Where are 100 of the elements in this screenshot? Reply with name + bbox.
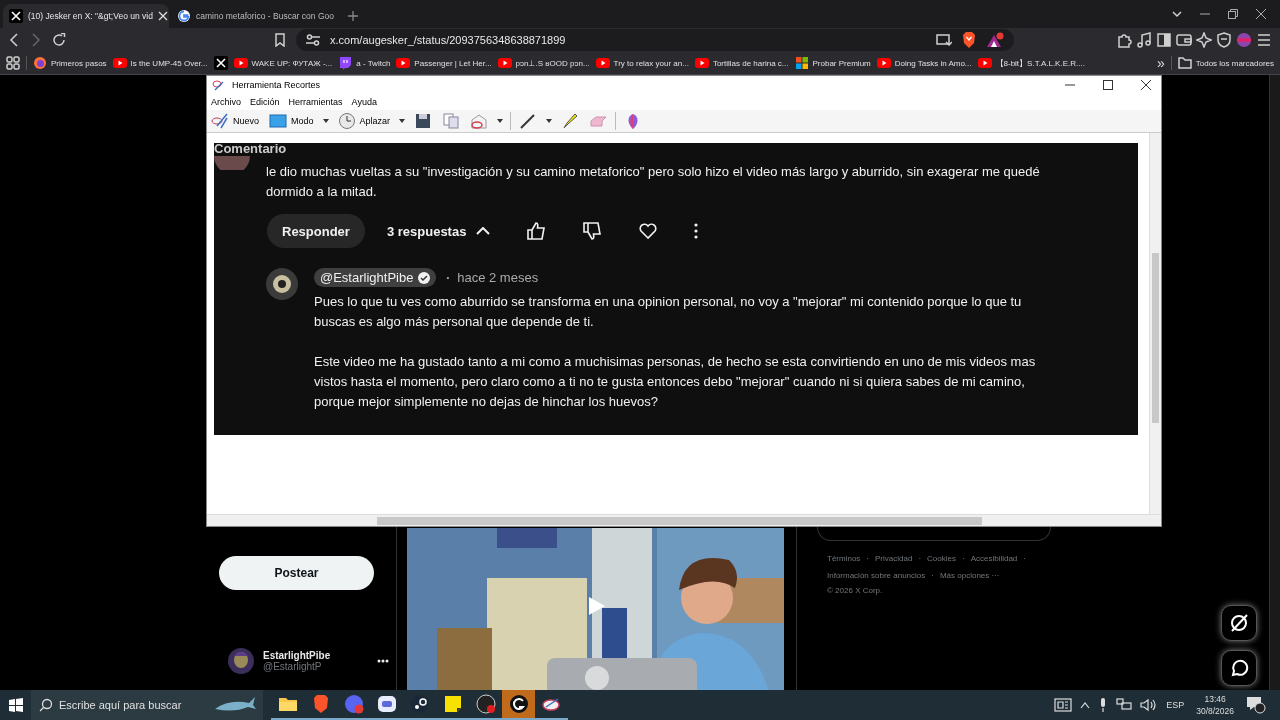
grok-button[interactable] (1221, 605, 1257, 641)
caret-icon[interactable] (545, 117, 554, 125)
bookmark-item[interactable]: Tortillas de harina c... (694, 56, 789, 70)
replies-toggle[interactable]: 3 respuestas (386, 223, 491, 239)
bookmark-item[interactable]: WAKE UP: ФУТАЖ -... (233, 56, 333, 70)
wallet-icon[interactable] (1176, 32, 1192, 48)
bookmark-item[interactable]: pɔn⊥.S ʁOOD pɔn... (497, 56, 590, 70)
pen-icon (519, 112, 538, 130)
browser-tab[interactable]: (10) Jesker en X: "&gt;Veo un vid (3, 4, 169, 28)
music-note-icon[interactable] (1136, 32, 1152, 48)
author-chip[interactable]: @EstarlightPibe (314, 268, 437, 287)
windows-logo-icon[interactable] (9, 698, 23, 712)
toolbar-button[interactable]: Modo (267, 111, 316, 131)
slashed-circle-icon (1229, 613, 1249, 633)
caret-icon[interactable] (398, 117, 407, 125)
browser-tab[interactable]: camino metaforico - Buscar con Goo (171, 4, 337, 28)
clock-date[interactable]: 30/8/2026 (1196, 705, 1234, 717)
bookmark-item[interactable] (213, 56, 228, 70)
triangle-badge-icon[interactable] (986, 32, 1004, 48)
footer-link[interactable]: Información sobre anuncios (827, 571, 926, 580)
sidebar-icon[interactable] (1156, 32, 1172, 48)
shield-icon[interactable] (1216, 32, 1232, 48)
avatar-icon[interactable] (228, 648, 254, 674)
avatar-icon[interactable] (266, 268, 298, 300)
bookmark-item[interactable]: Probar Premium (794, 56, 871, 70)
bookmark-folder[interactable]: Todos los marcadores (1177, 57, 1274, 69)
lion-shield-icon[interactable] (962, 32, 976, 48)
footer-link[interactable]: Accesibilidad (970, 554, 1018, 563)
bookmark-icon[interactable] (274, 33, 286, 47)
search-field[interactable]: Escribe aquí para buscar (31, 690, 263, 720)
new-tab-icon[interactable] (347, 10, 359, 22)
puzzle-icon[interactable] (1116, 32, 1132, 48)
footer-link[interactable]: Cookies (927, 554, 956, 563)
menu-item[interactable]: Herramientas (288, 97, 343, 107)
menu-item[interactable]: Archivo (211, 97, 241, 107)
sparkle-icon[interactable] (1196, 32, 1212, 48)
speaker-icon[interactable] (1140, 698, 1157, 712)
url-text: x.com/augesker_/status/2093756348638871899 (330, 34, 566, 46)
taskbar-app[interactable] (502, 690, 535, 720)
scrollbar[interactable] (1269, 75, 1280, 690)
caret-icon[interactable] (321, 117, 330, 125)
language-indicator[interactable]: ESP (1166, 700, 1185, 710)
record-circle-icon (475, 694, 496, 714)
reload-icon[interactable] (52, 33, 66, 47)
restore-icon[interactable] (1228, 9, 1238, 19)
back-icon[interactable] (8, 33, 20, 47)
close-icon[interactable] (1141, 80, 1151, 90)
footer-link[interactable]: Más opciones ··· (939, 571, 1000, 580)
highlighter-icon (561, 112, 580, 130)
comment-text: Este video me ha gustado tanto a mi como a muchisimas personas, de hecho se esta convirtiendo en uno de mis videos mas vistos hasta el momento, pero claro como a ti no te gusta entonces debo "mejorar" cuando ni si quiera sabes de mi camino, porque mejor simplemente no dejas de hinchar los huevos? (314, 353, 1037, 411)
video-play-icon (694, 56, 709, 70)
heart-icon[interactable] (638, 221, 659, 241)
bookmark-item[interactable]: a - Twitch (338, 56, 391, 70)
footer-link[interactable]: Privacidad (875, 554, 913, 563)
bookmark-item[interactable]: Try to relax your an... (595, 56, 689, 70)
separator-dot: • (446, 273, 450, 282)
forward-icon[interactable] (30, 33, 42, 47)
bookmark-item[interactable]: Primeros pasos (33, 56, 107, 70)
reply-button[interactable]: Responder (267, 214, 365, 248)
apps-grid-icon[interactable] (6, 56, 20, 70)
footer-link[interactable]: Términos (827, 554, 861, 563)
messages-button[interactable] (1221, 650, 1257, 686)
chat-bubble-icon (1229, 658, 1249, 678)
more-icon[interactable] (377, 659, 389, 663)
thumbs-down-icon[interactable] (582, 221, 603, 241)
more-bookmarks-button[interactable]: » (1156, 55, 1165, 71)
clock-time[interactable]: 13:46 (1204, 693, 1226, 705)
bookmark-item[interactable]: Doing Tasks in Amo... (876, 56, 972, 70)
video-play-icon (497, 56, 512, 70)
separator-dot: · (1023, 554, 1026, 563)
bookmark-item[interactable]: Is the UMP-45 Over... (112, 56, 208, 70)
menu-icon[interactable] (1256, 32, 1272, 48)
bookmark-item[interactable]: Passenger | Let Her... (396, 56, 492, 70)
close-icon[interactable] (1256, 9, 1266, 19)
post-button[interactable]: Postear (219, 556, 374, 590)
caret-icon[interactable] (496, 117, 505, 125)
toolbar-button[interactable]: Aplazar (335, 111, 393, 131)
notification-icon[interactable] (1246, 696, 1266, 714)
toolbar-button[interactable]: Nuevo (209, 111, 261, 131)
bookmark-item[interactable]: 【8-bit】S.T.A.L.K.E.R.... (977, 56, 1085, 70)
tune-icon[interactable] (306, 34, 320, 46)
chevron-down-icon[interactable] (1172, 9, 1182, 19)
fox-globe-icon (33, 56, 47, 70)
folder-icon (1177, 57, 1192, 69)
thumbs-up-icon[interactable] (526, 221, 547, 241)
more-icon[interactable] (694, 223, 699, 239)
chevron-up-icon[interactable] (1080, 701, 1091, 709)
video-play-icon (233, 56, 248, 70)
window-title: Herramienta Recortes (232, 80, 321, 90)
comment-text: Pues lo que tu ves como aburrido se transforma en una opinion personal, no voy a "mejorar" mi contenido porque lo que tu buscas es algo más personal que depende de ti. (314, 293, 1023, 331)
cast-icon[interactable] (936, 34, 952, 46)
comment-text: le dio muchas vueltas a su "investigación y su camino metaforico" pero solo hizo el video más largo y aburrido, sin exagerar me quedé dormido a la mitad. (266, 163, 1041, 201)
menu-item[interactable]: Ayuda (351, 97, 377, 107)
chat-bubble-icon (338, 56, 353, 70)
news-icon[interactable] (1054, 698, 1073, 712)
separator-dot: · (931, 571, 934, 580)
maximize-icon[interactable] (1103, 80, 1113, 90)
menu-item[interactable]: Edición (250, 97, 280, 107)
network-icon[interactable] (1116, 698, 1133, 712)
address-bar[interactable]: x.com/augesker_/status/2093756348638871899 (296, 29, 1014, 51)
